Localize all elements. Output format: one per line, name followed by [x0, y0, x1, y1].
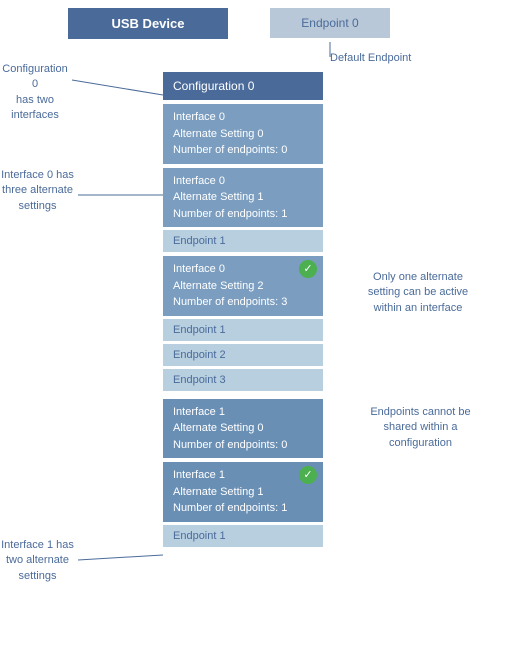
- interface-endpoints: Number of endpoints: 0: [173, 142, 313, 159]
- interface-block-0-0: Interface 0 Alternate Setting 0 Number o…: [163, 104, 323, 164]
- annotation-interface0: Interface 0 hasthree alternatesettings: [0, 168, 75, 214]
- interface-name: Interface 0: [173, 261, 313, 278]
- endpoint-item-0-2-2: Endpoint 2: [163, 344, 323, 366]
- interface-name: Interface 1: [173, 404, 313, 421]
- annotation-config0: Configuration 0has twointerfaces: [0, 62, 70, 124]
- interface-block-1-0: Interface 1 Alternate Setting 0 Number o…: [163, 399, 323, 459]
- interface-block-0-1: Interface 0 Alternate Setting 1 Number o…: [163, 168, 323, 228]
- interface-name: Interface 1: [173, 467, 313, 484]
- active-checkmark-1: ✓: [299, 466, 317, 484]
- interface-setting: Alternate Setting 0: [173, 126, 313, 143]
- interface-endpoints: Number of endpoints: 0: [173, 437, 313, 454]
- interface-setting: Alternate Setting 1: [173, 484, 313, 501]
- endpoint-item-0-2-3: Endpoint 3: [163, 369, 323, 391]
- default-endpoint-label: Default Endpoint: [330, 52, 411, 64]
- config-header: Configuration 0: [163, 72, 323, 100]
- endpoint-item-0-1-1: Endpoint 1: [163, 230, 323, 252]
- interface-endpoints: Number of endpoints: 3: [173, 294, 313, 311]
- interface-endpoints: Number of endpoints: 1: [173, 500, 313, 517]
- interface-endpoints: Number of endpoints: 1: [173, 206, 313, 223]
- annotation-endpoints: Endpoints cannot beshared within aconfig…: [348, 405, 493, 451]
- annotation-only-one: Only one alternatesetting can be activew…: [348, 270, 488, 316]
- interface-setting: Alternate Setting 2: [173, 278, 313, 295]
- interface-name: Interface 0: [173, 109, 313, 126]
- interface-block-1-1: Interface 1 Alternate Setting 1 Number o…: [163, 462, 323, 522]
- annotation-interface1: Interface 1 hastwo alternatesettings: [0, 538, 75, 584]
- active-checkmark: ✓: [299, 260, 317, 278]
- interface-block-0-2: Interface 0 Alternate Setting 2 Number o…: [163, 256, 323, 316]
- endpoint0-box: Endpoint 0: [270, 8, 390, 38]
- interface-setting: Alternate Setting 0: [173, 420, 313, 437]
- usb-device-box: USB Device: [68, 8, 228, 39]
- interface-setting: Alternate Setting 1: [173, 189, 313, 206]
- endpoint-item-1-1-1: Endpoint 1: [163, 525, 323, 547]
- interface-name: Interface 0: [173, 173, 313, 190]
- endpoint-item-0-2-1: Endpoint 1: [163, 319, 323, 341]
- main-column: Configuration 0 Interface 0 Alternate Se…: [163, 72, 323, 547]
